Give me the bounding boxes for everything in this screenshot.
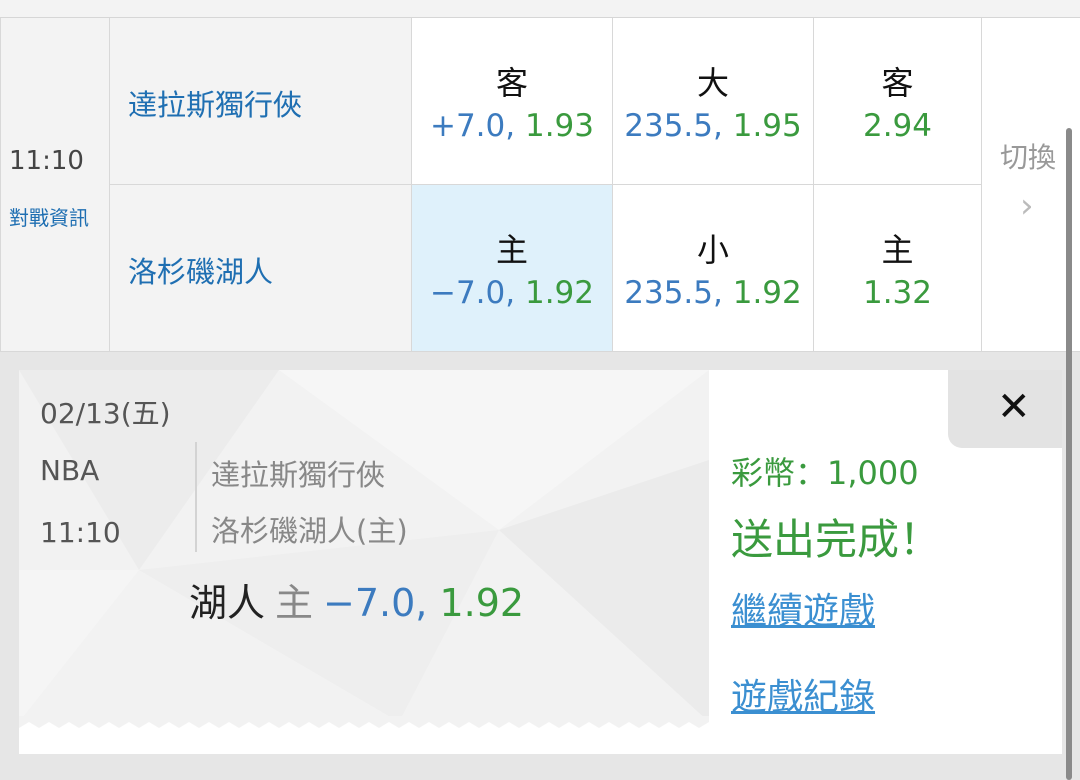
ticket-pick: 湖人主 −7.0, 1.92 <box>189 572 524 627</box>
home-team-name: 洛杉磯湖人 <box>128 255 274 289</box>
ticket-details: 02/13(五) NBA 11:10 達拉斯獨行俠 洛杉磯湖人(主) 湖人主 −7… <box>19 370 709 722</box>
bet-odds: 1.93 <box>524 108 594 144</box>
ticket-time: 11:10 <box>40 516 121 549</box>
bet-odds: 1.92 <box>732 275 802 311</box>
away-spread-bet[interactable]: 客 +7.0, 1.93 <box>412 18 613 185</box>
pick-odds: 1.92 <box>439 581 525 625</box>
bet-value: +7.0, 1.93 <box>412 108 612 144</box>
pick-side: 主 <box>275 581 314 625</box>
ticket-league: NBA <box>40 454 100 487</box>
bet-value: 235.5, 1.95 <box>613 108 813 144</box>
ticket-away-team: 達拉斯獨行俠 <box>211 458 386 492</box>
ticket-date: 02/13(五) <box>40 397 171 430</box>
bet-line: 235.5, <box>624 108 733 144</box>
away-team-name: 達拉斯獨行俠 <box>128 88 303 122</box>
over-bet[interactable]: 大 235.5, 1.95 <box>613 18 814 185</box>
top-strip <box>0 0 1080 18</box>
bet-confirmation-ticket: 02/13(五) NBA 11:10 達拉斯獨行俠 洛杉磯湖人(主) 湖人主 −7… <box>19 370 1062 754</box>
bet-value: −7.0, 1.92 <box>412 275 612 311</box>
close-icon: ✕ <box>997 384 1031 430</box>
home-moneyline-bet[interactable]: 主 1.32 <box>814 185 982 352</box>
switch-label: 切換 <box>1000 141 1057 174</box>
bet-value: 235.5, 1.92 <box>613 275 813 311</box>
pick-team: 湖人 <box>189 581 266 625</box>
game-history-link[interactable]: 遊戲紀錄 <box>731 668 875 720</box>
home-spread-bet-selected[interactable]: 主 −7.0, 1.92 <box>412 185 613 352</box>
chevron-right-icon: › <box>1020 186 1034 226</box>
bet-line: 235.5, <box>624 275 733 311</box>
continue-game-link[interactable]: 繼續遊戲 <box>731 582 875 634</box>
ticket-perforation <box>19 716 709 728</box>
match-time-column: 11:10 對戰資訊 <box>0 18 110 352</box>
submit-status: 送出完成！ <box>731 515 942 564</box>
odds-table: 11:10 對戰資訊 達拉斯獨行俠 洛杉磯湖人 客 +7.0, 1.93 大 2… <box>0 18 1080 352</box>
match-info-link[interactable]: 對戰資訊 <box>9 202 89 231</box>
bet-odds: 1.92 <box>524 275 594 311</box>
away-team-cell: 達拉斯獨行俠 <box>110 18 412 185</box>
ticket-home-team: 洛杉磯湖人(主) <box>211 514 408 548</box>
coin-balance: 彩幣：1,000 <box>731 454 919 492</box>
pick-line: −7.0, <box>323 581 428 625</box>
bet-line: −7.0, <box>429 275 525 311</box>
close-button[interactable]: ✕ <box>948 370 1062 448</box>
home-team-cell: 洛杉磯湖人 <box>110 185 412 352</box>
bet-label: 客 <box>495 64 528 102</box>
match-time: 11:10 <box>9 146 84 176</box>
bet-label: 客 <box>881 64 914 102</box>
bet-odds: 1.95 <box>732 108 802 144</box>
bet-label: 主 <box>881 231 914 269</box>
divider <box>195 442 197 552</box>
scrollbar[interactable] <box>1066 128 1072 780</box>
bet-line: +7.0, <box>429 108 525 144</box>
bet-label: 主 <box>495 231 528 269</box>
bet-odds: 2.94 <box>862 108 933 144</box>
under-bet[interactable]: 小 235.5, 1.92 <box>613 185 814 352</box>
bet-odds: 1.32 <box>862 275 933 311</box>
away-moneyline-bet[interactable]: 客 2.94 <box>814 18 982 185</box>
bet-label: 小 <box>696 231 729 269</box>
bet-label: 大 <box>696 64 729 102</box>
